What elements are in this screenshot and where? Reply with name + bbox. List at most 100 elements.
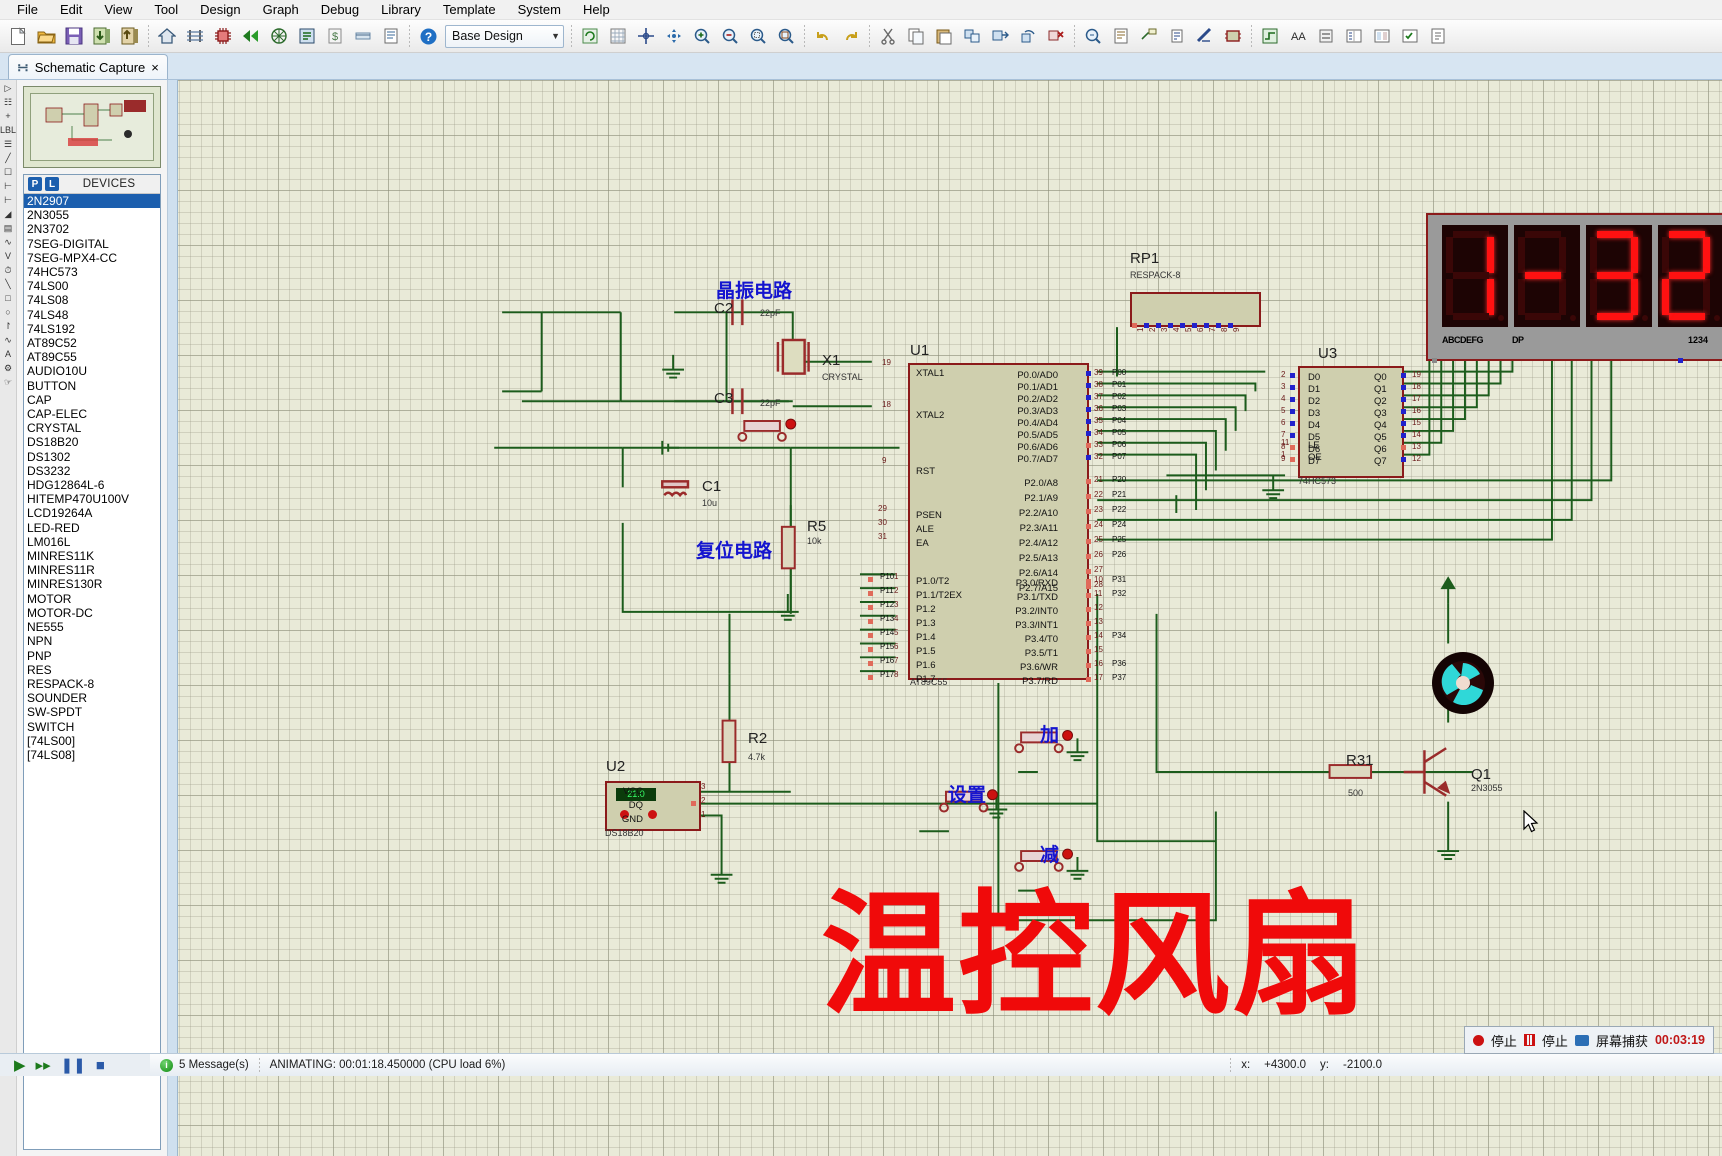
prop-assign-icon[interactable]: [1312, 22, 1340, 50]
rp1-pad-9[interactable]: [1228, 323, 1233, 328]
report-icon[interactable]: [377, 22, 405, 50]
close-icon[interactable]: ×: [151, 60, 159, 75]
export-icon[interactable]: [116, 22, 144, 50]
sheet-icon[interactable]: [181, 22, 209, 50]
u3-pad-d4[interactable]: [1290, 421, 1295, 426]
u3-pad-d6[interactable]: [1290, 445, 1295, 450]
device-list-item[interactable]: LCD19264A: [24, 506, 160, 520]
circle-mode-icon[interactable]: ○: [5, 308, 10, 317]
script-icon[interactable]: [1163, 22, 1191, 50]
u3-pad-d0[interactable]: [1290, 373, 1295, 378]
u1-pad-p0-3[interactable]: [1086, 407, 1091, 412]
capture-pause-label[interactable]: 停止: [1542, 1031, 1568, 1050]
device-list-item[interactable]: 7SEG-DIGITAL: [24, 237, 160, 251]
symbol-mode-icon[interactable]: ⚙: [4, 364, 12, 373]
rp1-pad-7[interactable]: [1204, 323, 1209, 328]
menu-item-debug[interactable]: Debug: [310, 0, 370, 19]
menu-item-design[interactable]: Design: [189, 0, 251, 19]
netlist-out-icon[interactable]: [1424, 22, 1452, 50]
u1-pad-p1-0[interactable]: [868, 577, 873, 582]
u3-pad-q6[interactable]: [1401, 445, 1406, 450]
u1-pad-p3-0[interactable]: [1086, 579, 1091, 584]
u3-pad-d2[interactable]: [1290, 397, 1295, 402]
device-list-item[interactable]: 74LS08: [24, 293, 160, 307]
property-icon[interactable]: [1107, 22, 1135, 50]
device-list-item[interactable]: [74LS08]: [24, 748, 160, 762]
rp1-pad-5[interactable]: [1180, 323, 1185, 328]
step-icon[interactable]: ▸▸: [36, 1056, 51, 1074]
rp1-pad-1[interactable]: [1132, 323, 1137, 328]
stop-icon[interactable]: ■: [96, 1057, 105, 1074]
u1-pad-p3-7[interactable]: [1086, 677, 1091, 682]
tab-schematic-capture[interactable]: ∺ Schematic Capture ×: [8, 54, 168, 79]
block-copy-icon[interactable]: [958, 22, 986, 50]
device-list-item[interactable]: RESPACK-8: [24, 677, 160, 691]
u3-pad-q0[interactable]: [1401, 373, 1406, 378]
u1-pad-p1-7[interactable]: [868, 675, 873, 680]
rp1-pad-6[interactable]: [1192, 323, 1197, 328]
overview-preview[interactable]: [23, 86, 161, 168]
text-mode-icon[interactable]: A: [5, 350, 11, 359]
menu-item-file[interactable]: File: [6, 0, 49, 19]
device-list-item[interactable]: AUDIO10U: [24, 364, 160, 378]
subcircuit-icon[interactable]: [1219, 22, 1247, 50]
pick-device-button[interactable]: P: [28, 177, 42, 191]
u3-pad-q4[interactable]: [1401, 421, 1406, 426]
device-list-item[interactable]: SWITCH: [24, 720, 160, 734]
menu-item-view[interactable]: View: [93, 0, 143, 19]
erc-icon[interactable]: [1396, 22, 1424, 50]
device-list-item[interactable]: RES: [24, 663, 160, 677]
pick-icon[interactable]: [1079, 22, 1107, 50]
device-list-item[interactable]: MINRES11K: [24, 549, 160, 563]
undo-icon[interactable]: [809, 22, 837, 50]
device-list-item[interactable]: MINRES130R: [24, 577, 160, 591]
selection-mode-icon[interactable]: ▷: [5, 84, 12, 93]
u3-pad-q2[interactable]: [1401, 397, 1406, 402]
u1-pad-p2-6[interactable]: [1086, 569, 1091, 574]
device-list-item[interactable]: MINRES11R: [24, 563, 160, 577]
menu-item-library[interactable]: Library: [370, 0, 432, 19]
block-delete-icon[interactable]: [1042, 22, 1070, 50]
u1-pad-p3-5[interactable]: [1086, 649, 1091, 654]
device-list-item[interactable]: NE555: [24, 620, 160, 634]
rp1-pad-2[interactable]: [1144, 323, 1149, 328]
u1-pad-p2-2[interactable]: [1086, 509, 1091, 514]
device-list-item[interactable]: 74LS48: [24, 308, 160, 322]
menu-item-tool[interactable]: Tool: [143, 0, 189, 19]
u1-pad-p3-4[interactable]: [1086, 635, 1091, 640]
menu-item-graph[interactable]: Graph: [252, 0, 310, 19]
u1-pad-p1-1[interactable]: [868, 591, 873, 596]
device-list-item[interactable]: NPN: [24, 634, 160, 648]
new-file-icon[interactable]: [4, 22, 32, 50]
bom-icon[interactable]: [293, 22, 321, 50]
virtual-instrument-mode-icon[interactable]: ⏱: [4, 266, 11, 275]
device-list-item[interactable]: DS1302: [24, 450, 160, 464]
bom-report-icon[interactable]: [1368, 22, 1396, 50]
cut-icon[interactable]: [874, 22, 902, 50]
u1-pad-p2-0[interactable]: [1086, 479, 1091, 484]
u1-pad-p0-0[interactable]: [1086, 371, 1091, 376]
zoom-in-icon[interactable]: [688, 22, 716, 50]
design-template-combo[interactable]: Base Design ▼: [445, 25, 564, 48]
u1-pad-p1-3[interactable]: [868, 619, 873, 624]
generator-mode-icon[interactable]: ∿: [4, 238, 12, 247]
zoom-all-icon[interactable]: [772, 22, 800, 50]
device-list-item[interactable]: HDG12864L-6: [24, 478, 160, 492]
device-list-item[interactable]: CAP: [24, 393, 160, 407]
block-rotate-icon[interactable]: [1014, 22, 1042, 50]
graph-mode-icon[interactable]: ◢: [5, 210, 12, 219]
text-script-mode-icon[interactable]: ☰: [4, 140, 12, 149]
device-list-item[interactable]: LED-RED: [24, 521, 160, 535]
origin-icon[interactable]: [632, 22, 660, 50]
u1-pad-p2-7[interactable]: [1086, 584, 1091, 589]
device-list-item[interactable]: HITEMP470U100V: [24, 492, 160, 506]
u1-pad-p0-1[interactable]: [1086, 383, 1091, 388]
u1-pad-p2-1[interactable]: [1086, 494, 1091, 499]
device-list-item[interactable]: SOUNDER: [24, 691, 160, 705]
u3-pad-d3[interactable]: [1290, 409, 1295, 414]
device-list-item[interactable]: AT89C52: [24, 336, 160, 350]
paste-icon[interactable]: [930, 22, 958, 50]
device-list-item[interactable]: 74LS192: [24, 322, 160, 336]
rp1-pad-8[interactable]: [1216, 323, 1221, 328]
help-icon[interactable]: ?: [414, 22, 442, 50]
